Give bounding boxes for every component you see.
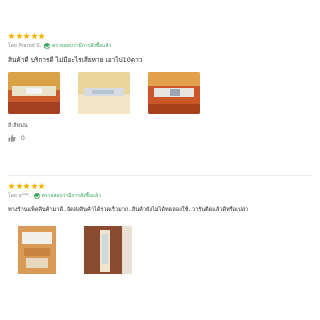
verified-label: ตรวจสอบว่ามีการสั่งซื้อแล้ว xyxy=(52,43,112,49)
star-icon xyxy=(30,182,38,190)
review-photos xyxy=(8,72,312,114)
check-circle-icon xyxy=(33,193,40,199)
rating-stars xyxy=(8,32,312,40)
review-item: โดย a***. ตรวจสอบว่ามีการสั่งซื้อแล้ว ทา… xyxy=(8,182,312,276)
star-icon xyxy=(8,182,15,190)
star-icon xyxy=(15,182,23,190)
variant-label: สี:สีหม่น xyxy=(8,123,28,129)
like-count: 0 xyxy=(21,134,25,142)
check-circle-icon xyxy=(44,43,51,49)
review-photo[interactable] xyxy=(148,72,200,114)
review-text: ทางร้านแพ็คสินค้ามาดี..จัดส่งสินค้าได้รว… xyxy=(8,207,249,213)
star-icon xyxy=(30,32,38,40)
like-row[interactable]: 0 xyxy=(8,134,312,142)
review-divider xyxy=(8,175,312,176)
star-icon xyxy=(23,182,30,190)
star-icon xyxy=(15,32,23,40)
star-icon xyxy=(23,32,30,40)
verified-badge: ตรวจสอบว่ามีการสั่งซื้อแล้ว xyxy=(33,192,101,200)
review-text: สินค้าดี บริการดี ไม่มีอะไรเสียหาย เอาไป… xyxy=(8,56,143,64)
review-meta: โดย Prarod S. ตรวจสอบว่ามีการสั่งซื้อแล้… xyxy=(8,42,312,50)
review-author: โดย a***. xyxy=(8,193,31,199)
review-meta: โดย a***. ตรวจสอบว่ามีการสั่งซื้อแล้ว xyxy=(8,192,312,200)
review-photos xyxy=(8,224,312,276)
star-icon xyxy=(38,182,45,190)
review-author: โดย Prarod S. xyxy=(8,43,42,49)
rating-stars xyxy=(8,182,312,190)
thumbs-up-icon[interactable] xyxy=(8,134,16,142)
review-photo[interactable] xyxy=(78,72,130,114)
star-icon xyxy=(8,32,15,40)
star-icon xyxy=(38,32,45,40)
review-item: โดย Prarod S. ตรวจสอบว่ามีการสั่งซื้อแล้… xyxy=(8,32,312,142)
verified-label: ตรวจสอบว่ามีการสั่งซื้อแล้ว xyxy=(41,193,101,199)
review-photo[interactable] xyxy=(82,224,134,276)
review-photo[interactable] xyxy=(12,224,64,276)
verified-badge: ตรวจสอบว่ามีการสั่งซื้อแล้ว xyxy=(44,42,111,50)
review-photo[interactable] xyxy=(8,72,60,114)
